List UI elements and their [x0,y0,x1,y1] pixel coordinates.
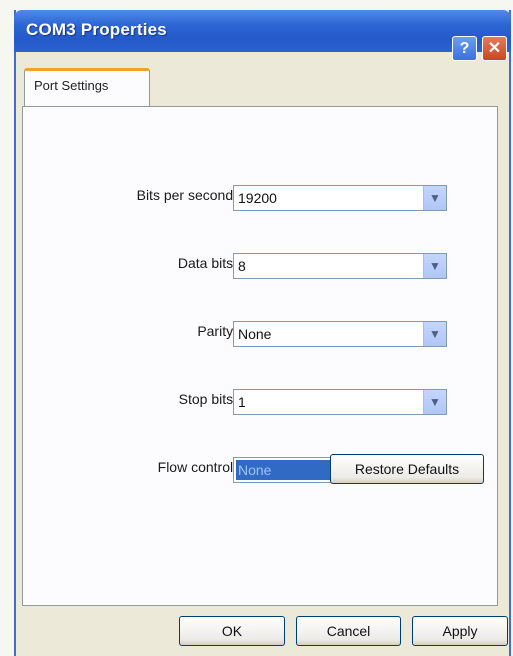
properties-dialog: COM3 Properties ? ✕ Port Settings Bits p… [14,10,511,656]
tab-strip: Port Settings [22,60,502,108]
bits-per-second-value: 19200 [238,190,277,206]
data-bits-select[interactable]: 8 ▼ [233,253,447,279]
tab-label: Port Settings [34,78,109,93]
title-bar[interactable]: COM3 Properties ? ✕ [14,10,511,61]
close-icon: ✕ [487,40,502,57]
chevron-down-icon[interactable]: ▼ [423,186,446,210]
tab-port-settings[interactable]: Port Settings [24,68,150,108]
parity-value: None [238,326,272,342]
stop-bits-value: 1 [238,394,246,410]
close-button[interactable]: ✕ [482,36,507,61]
chevron-down-icon[interactable]: ▼ [423,254,446,278]
help-icon: ? [459,40,470,57]
parity-select[interactable]: None ▼ [233,321,447,347]
flow-control-label: Flow control: [157,459,237,475]
stop-bits-label: Stop bits: [178,391,237,407]
ok-button[interactable]: OK [179,616,285,646]
data-bits-label: Data bits: [177,255,237,271]
restore-defaults-button[interactable]: Restore Defaults [330,454,484,484]
help-button[interactable]: ? [452,36,477,61]
bits-per-second-label: Bits per second: [136,187,237,203]
bits-per-second-select[interactable]: 19200 ▼ [233,185,447,211]
parity-label: Parity: [197,323,237,339]
chevron-down-icon[interactable]: ▼ [423,322,446,346]
cancel-button[interactable]: Cancel [296,616,401,646]
chevron-down-icon[interactable]: ▼ [423,390,446,414]
stop-bits-select[interactable]: 1 ▼ [233,389,447,415]
window-title: COM3 Properties [26,20,167,39]
data-bits-value: 8 [238,258,246,274]
port-settings-panel: Bits per second: 19200 ▼ Data bits: 8 ▼ … [22,106,498,606]
apply-button[interactable]: Apply [412,616,508,646]
